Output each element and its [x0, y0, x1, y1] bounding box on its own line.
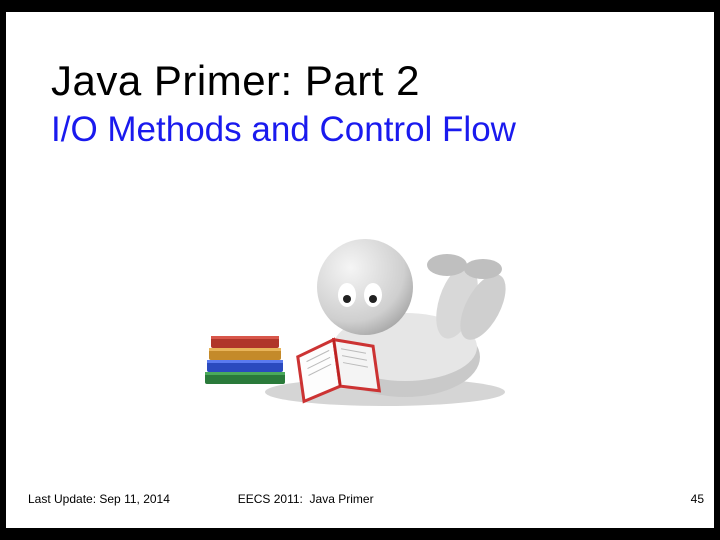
reading-character-illustration	[195, 197, 525, 417]
footer-last-update: Last Update: Sep 11, 2014	[28, 492, 170, 506]
slide-subtitle: I/O Methods and Control Flow	[51, 110, 516, 150]
footer-course: EECS 2011: Java Primer	[238, 492, 374, 506]
slide-title: Java Primer: Part 2	[51, 57, 420, 105]
page-number: 45	[691, 492, 704, 506]
slide: Java Primer: Part 2 I/O Methods and Cont…	[6, 12, 714, 528]
